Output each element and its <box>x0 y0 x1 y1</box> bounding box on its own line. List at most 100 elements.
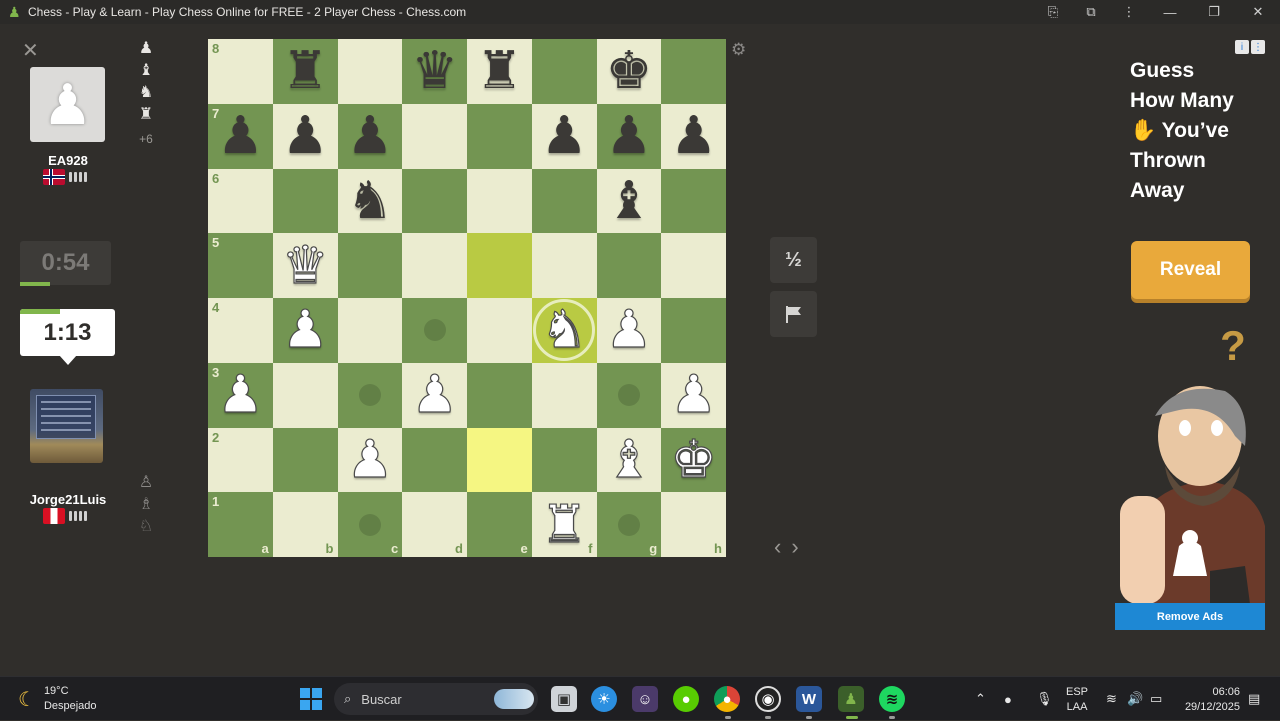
square-h3[interactable]: ♟ <box>661 362 726 428</box>
square-c6[interactable]: ♞ <box>337 168 403 234</box>
square-a7[interactable]: 7 ♟ <box>208 103 273 169</box>
square-b6[interactable] <box>272 168 338 234</box>
white-pawn-icon[interactable]: ♟ <box>281 304 329 357</box>
square-g6[interactable]: ♝ <box>596 168 662 234</box>
square-a1[interactable]: 1a <box>208 492 273 557</box>
square-h2[interactable]: ♚ <box>661 427 726 493</box>
ad-choices[interactable]: i ⋮ <box>1235 40 1265 54</box>
square-h8[interactable] <box>661 39 726 104</box>
white-rook-icon[interactable]: ♜ <box>540 498 588 551</box>
square-g4[interactable]: ♟ <box>596 298 662 363</box>
black-knight-icon[interactable]: ♞ <box>347 175 394 227</box>
black-bishop-icon[interactable]: ♝ <box>606 175 653 227</box>
obs-icon[interactable]: ◉ <box>755 686 781 712</box>
square-e5[interactable] <box>467 233 532 298</box>
square-h5[interactable] <box>661 233 726 298</box>
task-view-icon[interactable]: ▣ <box>551 686 577 712</box>
white-pawn-icon[interactable]: ♟ <box>216 369 264 422</box>
black-pawn-icon[interactable]: ♟ <box>670 110 717 162</box>
white-pawn-icon[interactable]: ♟ <box>670 369 718 422</box>
white-pawn-icon[interactable]: ♟ <box>605 304 653 357</box>
square-a5[interactable]: 5 <box>208 233 273 298</box>
black-pawn-icon[interactable]: ♟ <box>606 110 653 162</box>
black-rook-icon[interactable]: ♜ <box>282 45 329 97</box>
square-c4[interactable] <box>337 298 403 363</box>
black-queen-icon[interactable]: ♛ <box>411 45 458 97</box>
square-f2[interactable] <box>531 427 597 493</box>
square-a8[interactable]: 8 <box>208 39 273 104</box>
square-c7[interactable]: ♟ <box>337 103 403 169</box>
battery-icon[interactable]: ▭ <box>1150 677 1162 721</box>
square-h1[interactable]: h <box>661 492 726 557</box>
square-d8[interactable]: ♛ <box>402 39 467 104</box>
square-c8[interactable] <box>337 39 403 104</box>
white-knight-icon[interactable]: ♞ <box>540 304 588 357</box>
move-hint-dot[interactable] <box>617 513 640 536</box>
square-a2[interactable]: 2 <box>208 427 273 493</box>
black-pawn-icon[interactable]: ♟ <box>347 110 394 162</box>
character-app-icon[interactable]: ☺ <box>632 686 658 712</box>
player-avatar[interactable] <box>30 389 103 463</box>
opponent-avatar[interactable]: ♟ <box>30 67 105 142</box>
move-hint-dot[interactable] <box>423 319 446 342</box>
extensions-icon[interactable]: ⧉ <box>1072 0 1110 24</box>
square-b8[interactable]: ♜ <box>272 39 338 104</box>
square-b1[interactable]: b <box>272 492 338 557</box>
gear-icon[interactable]: ⚙ <box>731 40 746 60</box>
square-b4[interactable]: ♟ <box>272 298 338 363</box>
remove-ads-button[interactable]: Remove Ads <box>1115 603 1265 630</box>
opponent-username[interactable]: EA928 <box>20 153 116 168</box>
square-d7[interactable] <box>402 103 467 169</box>
square-d2[interactable] <box>402 427 467 493</box>
black-pawn-icon[interactable]: ♟ <box>282 110 329 162</box>
square-e3[interactable] <box>467 362 532 428</box>
reveal-button[interactable]: Reveal <box>1131 241 1250 299</box>
square-c3[interactable] <box>337 362 403 428</box>
white-bishop-icon[interactable]: ♝ <box>605 433 653 486</box>
white-king-icon[interactable]: ♚ <box>670 433 718 486</box>
square-d1[interactable]: d <box>402 492 467 557</box>
square-f6[interactable] <box>531 168 597 234</box>
chevron-left-icon[interactable]: ‹ <box>774 534 781 560</box>
move-hint-dot[interactable] <box>358 513 381 536</box>
chess-app-icon[interactable]: ♟ <box>838 686 864 712</box>
square-e1[interactable]: e <box>467 492 532 557</box>
resign-button[interactable] <box>770 291 817 337</box>
square-e8[interactable]: ♜ <box>467 39 532 104</box>
system-clock[interactable]: 06:06 29/12/2025 <box>1180 685 1240 715</box>
ad-illustration[interactable] <box>1115 376 1265 604</box>
square-a6[interactable]: 6 <box>208 168 273 234</box>
duolingo-icon[interactable]: ● <box>673 686 699 712</box>
black-king-icon[interactable]: ♚ <box>606 45 653 97</box>
square-g8[interactable]: ♚ <box>596 39 662 104</box>
square-g7[interactable]: ♟ <box>596 103 662 169</box>
notifications-icon[interactable]: ▤ <box>1248 677 1260 721</box>
square-f5[interactable] <box>531 233 597 298</box>
square-f3[interactable] <box>531 362 597 428</box>
info-icon[interactable]: i <box>1235 40 1249 54</box>
square-e2[interactable] <box>467 427 532 493</box>
spotify-icon[interactable]: ≋ <box>879 686 905 712</box>
wifi-icon[interactable]: ≋ <box>1106 677 1117 721</box>
menu-dots-icon[interactable]: ⋮ <box>1110 0 1148 24</box>
square-d3[interactable]: ♟ <box>402 362 467 428</box>
taskbar-search[interactable]: ⌕ Buscar <box>334 683 538 715</box>
security-icon[interactable]: ● <box>1004 677 1012 721</box>
square-h4[interactable] <box>661 298 726 363</box>
square-c5[interactable] <box>337 233 403 298</box>
weather-widget[interactable]: ☾ 19°C Despejado <box>18 684 97 714</box>
chevron-right-icon[interactable]: › <box>791 534 798 560</box>
square-b2[interactable] <box>272 427 338 493</box>
black-rook-icon[interactable]: ♜ <box>476 45 523 97</box>
square-b5[interactable]: ♛ <box>272 233 338 298</box>
microphone-icon[interactable]: 🎙 <box>1036 677 1053 721</box>
square-g1[interactable]: g <box>596 492 662 557</box>
square-f1[interactable]: f ♜ <box>531 492 597 557</box>
square-f7[interactable]: ♟ <box>531 103 597 169</box>
square-d5[interactable] <box>402 233 467 298</box>
square-b7[interactable]: ♟ <box>272 103 338 169</box>
white-pawn-icon[interactable]: ♟ <box>346 433 394 486</box>
chrome-icon[interactable]: ● <box>714 686 740 712</box>
square-e7[interactable] <box>467 103 532 169</box>
square-c2[interactable]: ♟ <box>337 427 403 493</box>
